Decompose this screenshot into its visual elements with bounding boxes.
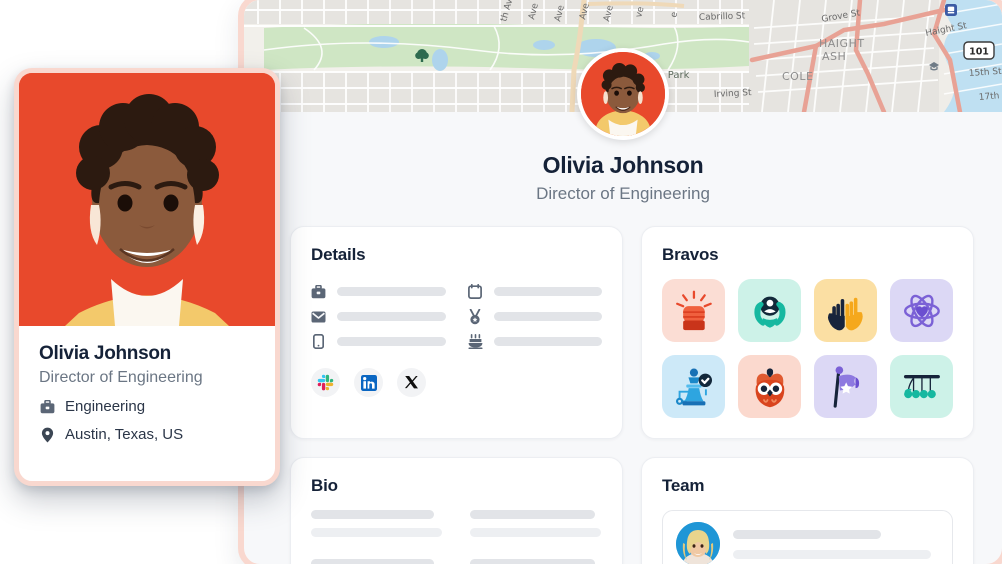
bio-skeleton-line <box>311 528 443 537</box>
bio-spacer <box>311 546 444 559</box>
calendar-icon <box>468 284 483 300</box>
profile-photo-olivia-icon <box>581 52 665 136</box>
bio-spacer <box>470 546 603 559</box>
details-columns <box>311 279 602 354</box>
atom-heart-badge-icon[interactable] <box>890 279 953 342</box>
mobile-phone-icon <box>311 334 326 350</box>
high-five-hands-badge-icon[interactable] <box>814 279 877 342</box>
map-pin-icon <box>39 427 55 443</box>
x-twitter-icon[interactable] <box>397 368 426 397</box>
team-member-text <box>733 529 939 559</box>
newtons-cradle-badge-icon[interactable] <box>890 355 953 418</box>
profile-sections-grid: Details Bravos Bio Team <box>290 226 974 564</box>
detail-row-start-date[interactable] <box>468 279 602 304</box>
team-member-avatar <box>676 522 720 564</box>
team-heading: Team <box>662 476 705 495</box>
details-left-column <box>311 279 446 354</box>
preview-body: Olivia Johnson Director of Engineering E… <box>19 326 275 443</box>
bravos-heading: Bravos <box>662 245 719 264</box>
bio-column-left <box>311 510 444 564</box>
page-title: Olivia Johnson <box>542 152 704 178</box>
team-card: Team <box>641 457 974 564</box>
sections-row-top: Details Bravos <box>290 226 974 439</box>
profile-panel: 101 80 th AveAveAveAveAveveeCabrillo StG… <box>238 0 1002 564</box>
medal-icon <box>468 308 483 325</box>
bio-column-right <box>469 510 603 564</box>
chess-queen-check-badge-icon[interactable] <box>662 355 725 418</box>
map-street-label: COLE <box>782 70 813 83</box>
bio-skeleton-line <box>469 559 596 564</box>
screenshot-root: 101 80 th AveAveAveAveAveveeCabrillo StG… <box>0 0 1002 564</box>
profile-preview-card[interactable]: Olivia Johnson Director of Engineering E… <box>14 68 280 486</box>
birthday-cake-icon <box>467 334 483 350</box>
bio-skeleton-line <box>311 559 435 564</box>
profile-photo-olivia-icon <box>19 73 275 326</box>
detail-value-department <box>337 287 446 296</box>
detail-value-phone <box>337 337 446 346</box>
preview-department-row: Engineering <box>39 398 255 415</box>
bio-heading: Bio <box>311 476 338 495</box>
team-member-photo-icon <box>676 522 720 564</box>
social-links <box>311 368 602 397</box>
owl-lightbulb-badge-icon[interactable] <box>738 355 801 418</box>
detail-value-start-date <box>493 287 602 296</box>
detail-value-tenure <box>493 312 602 321</box>
us-route-shield-101: 101 <box>963 41 995 60</box>
details-heading: Details <box>311 245 366 264</box>
detail-row-department[interactable] <box>311 279 446 304</box>
flag-star-badge-icon[interactable] <box>814 355 877 418</box>
profile-job-title: Director of Engineering <box>536 184 710 203</box>
svg-text:101: 101 <box>969 47 989 58</box>
detail-value-birthday <box>493 337 602 346</box>
team-member-name-skeleton <box>733 529 882 539</box>
bio-card: Bio <box>290 457 623 564</box>
details-card: Details <box>290 226 623 439</box>
map-street-label: Irving St <box>714 88 753 100</box>
hands-holding-person-badge-icon[interactable] <box>738 279 801 342</box>
bio-skeleton-line <box>311 510 435 519</box>
map-street-label: HAIGHT <box>819 37 865 50</box>
team-member-role-skeleton <box>733 549 931 559</box>
preview-location-row: Austin, Texas, US <box>39 426 255 443</box>
preview-location: Austin, Texas, US <box>65 426 184 443</box>
sections-row-bottom: Bio Team <box>290 457 974 564</box>
map-street-label: 17th St <box>978 90 1002 103</box>
detail-value-email <box>337 312 446 321</box>
preview-name: Olivia Johnson <box>39 343 171 364</box>
transit-icon <box>945 4 957 16</box>
map-street-label: Cabrillo St <box>699 11 746 23</box>
bio-skeleton-line <box>469 528 601 537</box>
bravos-card: Bravos <box>641 226 974 439</box>
team-member-row[interactable] <box>662 510 953 564</box>
briefcase-icon <box>39 399 55 415</box>
profile-panel-inner: 101 80 th AveAveAveAveAveveeCabrillo StG… <box>244 0 1002 564</box>
preview-department: Engineering <box>65 398 146 415</box>
detail-row-birthday[interactable] <box>467 329 602 354</box>
bio-columns <box>311 510 602 564</box>
bravos-grid <box>662 279 953 418</box>
briefcase-icon <box>311 284 326 300</box>
details-right-column <box>467 279 602 354</box>
bio-skeleton-line <box>469 510 596 519</box>
preview-photo <box>19 73 275 326</box>
detail-row-email[interactable] <box>311 304 446 329</box>
slack-icon[interactable] <box>311 368 340 397</box>
profile-avatar[interactable] <box>577 48 669 140</box>
detail-row-tenure[interactable] <box>468 304 602 329</box>
preview-title: Director of Engineering <box>39 369 203 386</box>
linkedin-icon[interactable] <box>354 368 383 397</box>
envelope-icon <box>311 309 326 325</box>
raised-fist-badge-icon[interactable] <box>662 279 725 342</box>
map-street-label: ASH <box>822 50 846 63</box>
detail-row-phone[interactable] <box>311 329 446 354</box>
